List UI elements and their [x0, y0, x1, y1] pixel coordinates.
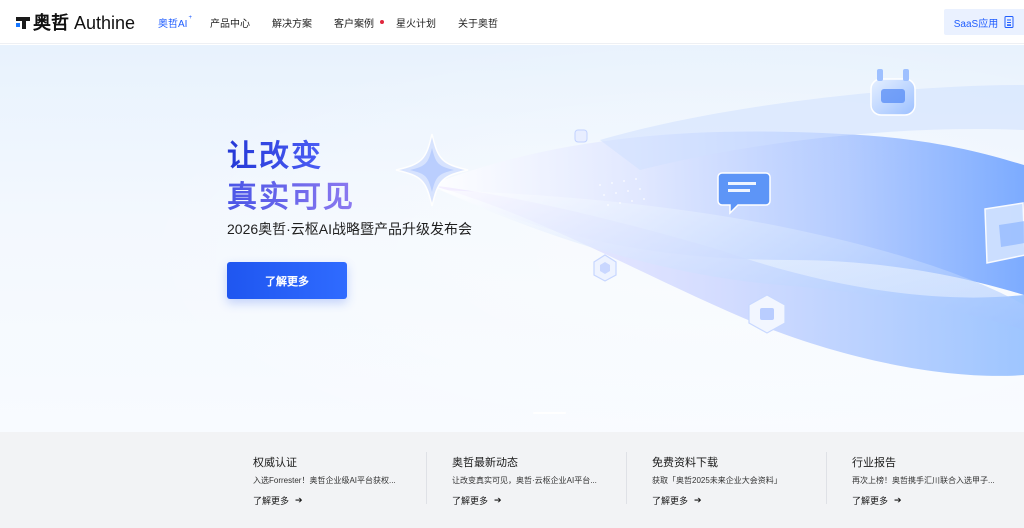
nav-item-label: 产品中心	[210, 18, 250, 30]
logo-text-cn: 奥哲	[33, 13, 69, 33]
nav-item-cases[interactable]: 客户案例	[334, 0, 396, 44]
arrow-right-icon: ➔	[694, 495, 702, 505]
learn-more-button[interactable]: 了解更多	[227, 262, 347, 299]
nav-item-label: 星火计划	[396, 18, 436, 30]
info-cards-strip: 权威认证 入选Forrester！奥哲企业级AI平台获权... 了解更多 ➔ 奥…	[0, 432, 1024, 528]
card-link-label: 了解更多	[452, 496, 489, 506]
notification-dot	[380, 20, 384, 24]
top-navbar: 奥哲 Authine 奥哲AI + 产品中心 解决方案 客户案例 星火计划 关于奥…	[0, 0, 1024, 44]
hero-title-line1: 让改变	[227, 131, 323, 175]
hero-illustration	[0, 45, 1024, 432]
card-divider	[826, 452, 827, 504]
nav-item-label: 客户案例	[334, 18, 374, 30]
nav-item-label: 奥哲AI	[158, 18, 188, 30]
card-title: 行业报告	[852, 457, 896, 469]
card-description: 获取「奥哲2025未来企业大会资料」	[652, 476, 782, 485]
nav-item-badge: +	[188, 15, 192, 21]
nav-item-solutions[interactable]: 解决方案	[272, 0, 334, 44]
arrow-right-icon: ➔	[894, 495, 902, 505]
saas-button-label: SaaS应用	[953, 18, 999, 30]
authine-logo[interactable]: 奥哲 Authine	[16, 12, 136, 33]
card-certification[interactable]: 权威认证 入选Forrester！奥哲企业级AI平台获权... 了解更多 ➔	[253, 432, 453, 528]
carousel-indicator[interactable]	[533, 412, 566, 414]
logo-mark-icon	[16, 15, 30, 29]
card-description: 再次上榜！奥哲携手汇川联合入选甲子...	[852, 476, 995, 485]
document-icon	[1004, 16, 1014, 28]
card-title: 奥哲最新动态	[452, 457, 518, 469]
saas-app-button[interactable]: SaaS应用	[944, 9, 1024, 35]
card-link-label: 了解更多	[253, 496, 290, 506]
nav-item-ai[interactable]: 奥哲AI +	[158, 0, 210, 44]
hero-title-line2: 真实可见	[227, 172, 355, 216]
card-industry-report[interactable]: 行业报告 再次上榜！奥哲携手汇川联合入选甲子... 了解更多 ➔	[852, 432, 1024, 528]
nav-item-label: 解决方案	[272, 18, 312, 30]
card-learn-more-link[interactable]: 了解更多 ➔	[452, 494, 502, 507]
card-divider	[426, 452, 427, 504]
card-divider	[626, 452, 627, 504]
card-description: 入选Forrester！奥哲企业级AI平台获权...	[253, 476, 396, 485]
nav-item-about[interactable]: 关于奥哲	[458, 0, 520, 44]
card-news[interactable]: 奥哲最新动态 让改变真实可见，奥哲·云枢企业AI平台... 了解更多 ➔	[452, 432, 652, 528]
card-link-label: 了解更多	[652, 496, 689, 506]
arrow-right-icon: ➔	[494, 495, 502, 505]
hero-banner: 让改变 真实可见 2026奥哲·云枢AI战略暨产品升级发布会 了解更多	[0, 45, 1024, 432]
card-description: 让改变真实可见，奥哲·云枢企业AI平台...	[452, 476, 597, 485]
arrow-right-icon: ➔	[295, 495, 303, 505]
card-learn-more-link[interactable]: 了解更多 ➔	[852, 494, 902, 507]
nav-item-products[interactable]: 产品中心	[210, 0, 272, 44]
card-link-label: 了解更多	[852, 496, 889, 506]
card-title: 权威认证	[253, 457, 297, 469]
card-learn-more-link[interactable]: 了解更多 ➔	[652, 494, 702, 507]
logo-text-en: Authine	[74, 13, 136, 33]
hero-subtitle: 2026奥哲·云枢AI战略暨产品升级发布会	[227, 221, 473, 237]
card-title: 免费资料下载	[652, 457, 718, 469]
main-nav: 奥哲AI + 产品中心 解决方案 客户案例 星火计划 关于奥哲	[158, 0, 520, 44]
nav-item-label: 关于奥哲	[458, 18, 498, 30]
card-learn-more-link[interactable]: 了解更多 ➔	[253, 494, 303, 507]
nav-item-spark-plan[interactable]: 星火计划	[396, 0, 458, 44]
card-download[interactable]: 免费资料下载 获取「奥哲2025未来企业大会资料」 了解更多 ➔	[652, 432, 852, 528]
